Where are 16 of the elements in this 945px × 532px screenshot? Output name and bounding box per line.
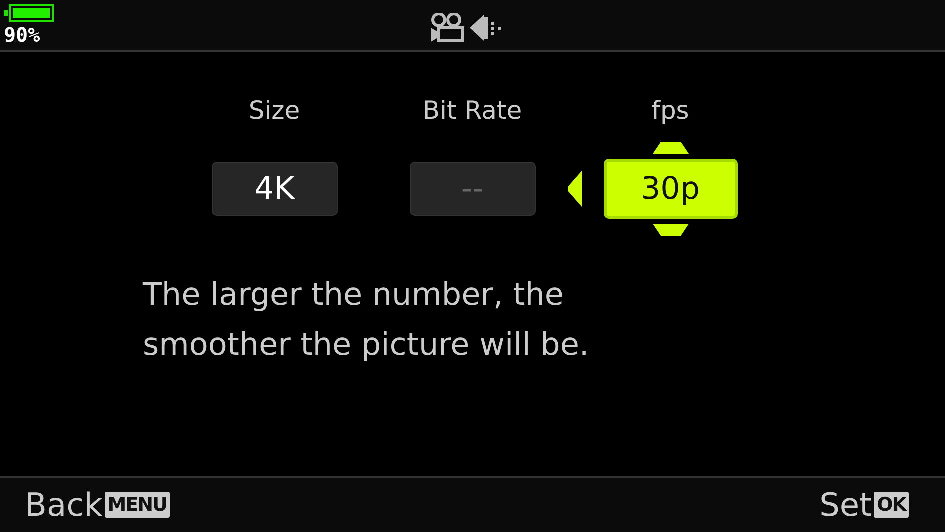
- hint-label: Back: [25, 486, 103, 524]
- setting-value[interactable]: 4K: [212, 162, 338, 216]
- battery-icon: [4, 4, 54, 22]
- down-arrow-icon: [652, 224, 688, 236]
- battery-percent: 90%: [4, 24, 42, 46]
- key-badge: OK: [874, 492, 909, 518]
- setting-value[interactable]: 30p: [604, 159, 738, 219]
- movie-camera-icon: [430, 13, 466, 43]
- description-text: The larger the number, the smoother the picture will be.: [143, 276, 590, 365]
- hint-label: Set: [820, 486, 872, 524]
- key-badge: MENU: [104, 492, 170, 518]
- up-arrow-icon: [652, 142, 688, 154]
- setting-label: Size: [248, 95, 300, 127]
- setting-label: Bit Rate: [422, 95, 522, 127]
- setting-label: fps: [652, 95, 690, 127]
- left-arrow-icon: [568, 171, 582, 207]
